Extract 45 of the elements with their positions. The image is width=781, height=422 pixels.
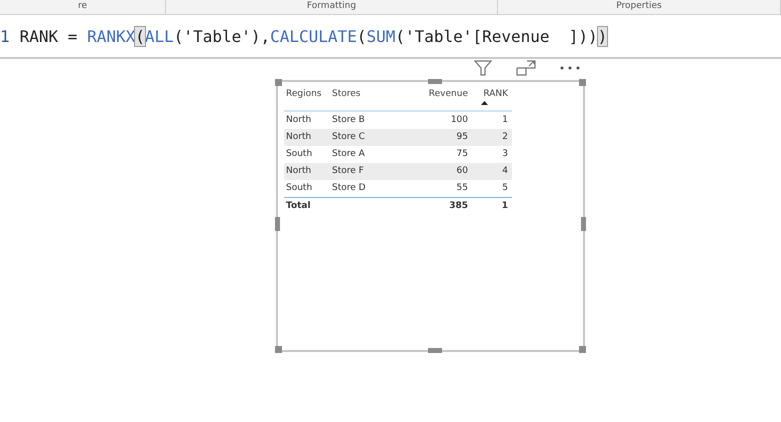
table-cell-text: Store B xyxy=(331,114,366,127)
total-cell-text: 385 xyxy=(448,200,469,213)
resize-handle[interactable] xyxy=(428,79,442,84)
table-cell-text: North xyxy=(285,114,312,127)
table-cell-text: 3 xyxy=(501,148,509,161)
table-cell-text: 5 xyxy=(501,182,509,195)
total-cell-text: Total xyxy=(285,200,312,213)
table-cell-text: South xyxy=(285,182,314,195)
table-cell: 60 xyxy=(386,163,472,180)
table-cell-text: 1 xyxy=(501,114,509,127)
resize-handle[interactable] xyxy=(581,217,586,231)
column-header[interactable]: Revenue xyxy=(386,88,472,112)
focus-mode-icon[interactable] xyxy=(516,60,536,76)
column-header[interactable]: RANK xyxy=(472,88,512,112)
resize-handle[interactable] xyxy=(428,348,442,353)
table-cell-text: Store A xyxy=(331,148,366,161)
resize-handle[interactable] xyxy=(579,79,586,86)
table-cell-text: 100 xyxy=(450,114,469,127)
total-cell-text: 1 xyxy=(500,200,509,213)
formula-code[interactable]: RANK = RANKX(ALL('Table'),CALCULATE(SUM('Table'[Revenue ]))) xyxy=(20,26,608,46)
pane-tab[interactable]: Formatting xyxy=(166,0,498,14)
pane-tab[interactable]: re xyxy=(0,0,166,14)
sort-up-icon xyxy=(481,101,488,105)
table-cell: 2 xyxy=(472,129,512,146)
table-cell: 4 xyxy=(472,163,512,180)
table-cell: Store F xyxy=(330,163,386,180)
resize-handle[interactable] xyxy=(275,79,282,86)
table-cell-text: Store D xyxy=(331,182,367,195)
table-cell: North xyxy=(284,129,330,146)
table-cell: Store C xyxy=(330,129,386,146)
table-cell: North xyxy=(284,163,330,180)
table-cell-text: South xyxy=(285,148,314,161)
table-cell: 95 xyxy=(386,129,472,146)
column-header[interactable]: Regions xyxy=(284,88,330,112)
table-cell-text: 55 xyxy=(456,182,469,195)
column-header[interactable]: Stores xyxy=(330,88,386,112)
line-number: 1 xyxy=(0,26,10,46)
pane-tab[interactable]: Properties xyxy=(498,0,781,14)
table-cell-text: 75 xyxy=(456,148,469,161)
resize-handle[interactable] xyxy=(579,346,586,353)
resize-handle[interactable] xyxy=(275,346,282,353)
filter-icon[interactable] xyxy=(474,60,492,76)
resize-handle[interactable] xyxy=(275,217,280,231)
table-visual[interactable]: Regions Stores Revenue RANK North Store B 100 1 North Store C 95 2 South Store A 75 3 North Store F 60 4 South Store D 55 5 Total 385 1 xyxy=(276,80,585,352)
more-options-icon[interactable] xyxy=(560,66,580,70)
